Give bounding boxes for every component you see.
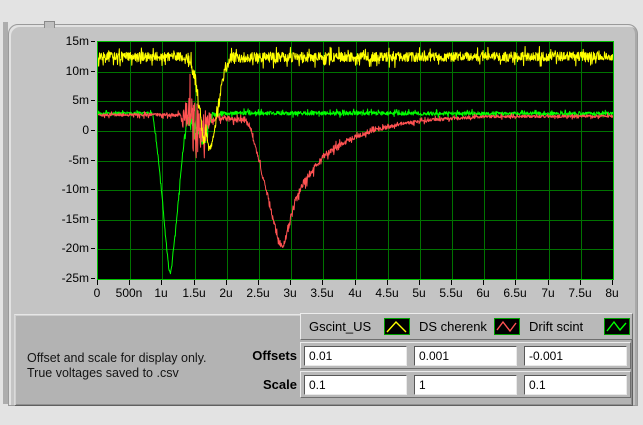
legend-label-drift-scint: Drift scint bbox=[529, 319, 584, 334]
y-tick-mark bbox=[91, 70, 95, 72]
x-tick-mark bbox=[226, 280, 227, 285]
x-tick-mark bbox=[419, 280, 420, 285]
offsets-row bbox=[300, 342, 631, 369]
y-tick-label: 10m bbox=[65, 63, 89, 78]
offset-input-gscint-us[interactable] bbox=[304, 345, 407, 366]
y-tick-mark bbox=[91, 159, 95, 161]
y-tick-mark bbox=[91, 248, 95, 250]
y-tick-mark bbox=[91, 278, 95, 279]
scale-input-ds-cherenk[interactable] bbox=[414, 374, 517, 395]
y-tick-label: -15m bbox=[61, 211, 89, 226]
legend-item-gscint-us[interactable]: Gscint_US bbox=[301, 314, 411, 339]
legend-label-gscint-us: Gscint_US bbox=[309, 319, 372, 334]
y-tick-mark bbox=[91, 218, 95, 220]
x-tick-label: 8u bbox=[605, 286, 619, 300]
y-tick-label: -5m bbox=[68, 152, 89, 167]
x-tick-mark bbox=[322, 280, 323, 285]
x-tick-mark bbox=[129, 280, 130, 285]
x-tick-mark bbox=[580, 280, 581, 285]
scale-row bbox=[300, 371, 631, 398]
x-tick-mark bbox=[612, 280, 613, 285]
offset-input-drift-scint[interactable] bbox=[524, 345, 627, 366]
plot-svg bbox=[98, 42, 613, 279]
y-tick-mark bbox=[91, 100, 95, 102]
x-tick-mark bbox=[97, 280, 98, 285]
x-tick-mark bbox=[161, 280, 162, 285]
x-tick-mark bbox=[355, 280, 356, 285]
y-tick-label: -20m bbox=[61, 241, 89, 256]
x-tick-mark bbox=[548, 280, 549, 285]
y-tick-label: 15m bbox=[65, 34, 89, 48]
scale-input-gscint-us[interactable] bbox=[304, 374, 407, 395]
gscint-us-trace-icon[interactable] bbox=[384, 318, 410, 335]
scale-input-drift-scint[interactable] bbox=[524, 374, 627, 395]
offset-input-ds-cherenk[interactable] bbox=[414, 345, 517, 366]
legend-item-drift-scint[interactable]: Drift scint bbox=[521, 314, 631, 339]
y-tick-mark bbox=[91, 41, 95, 42]
waveform-graph bbox=[97, 41, 614, 280]
x-tick-mark bbox=[451, 280, 452, 285]
x-tick-mark bbox=[515, 280, 516, 285]
panel-notch bbox=[44, 21, 55, 28]
offsets-label: Offsets bbox=[252, 348, 297, 363]
y-tick-label: 5m bbox=[72, 93, 89, 108]
x-tick-mark bbox=[290, 280, 291, 285]
x-tick-mark bbox=[483, 280, 484, 285]
legend-item-ds-cherenk[interactable]: DS cherenk bbox=[411, 314, 521, 339]
y-tick-label: -25m bbox=[61, 271, 89, 285]
x-tick-mark bbox=[194, 280, 195, 285]
legend-label-ds-cherenk: DS cherenk bbox=[419, 319, 487, 334]
y-tick-label: 0 bbox=[82, 122, 89, 137]
drift-scint-trace-icon[interactable] bbox=[604, 318, 630, 335]
trace-ds-cherenk bbox=[98, 73, 613, 248]
x-tick-mark bbox=[258, 280, 259, 285]
y-tick-mark bbox=[91, 129, 95, 131]
plot-legend: Gscint_US DS cherenk Drift scint bbox=[300, 313, 633, 340]
trace-drift-scint bbox=[98, 108, 613, 275]
ds-cherenk-trace-icon[interactable] bbox=[494, 318, 520, 335]
scale-label: Scale bbox=[263, 377, 297, 392]
x-tick-mark bbox=[387, 280, 388, 285]
y-tick-label: -10m bbox=[61, 182, 89, 197]
y-tick-mark bbox=[91, 189, 95, 191]
